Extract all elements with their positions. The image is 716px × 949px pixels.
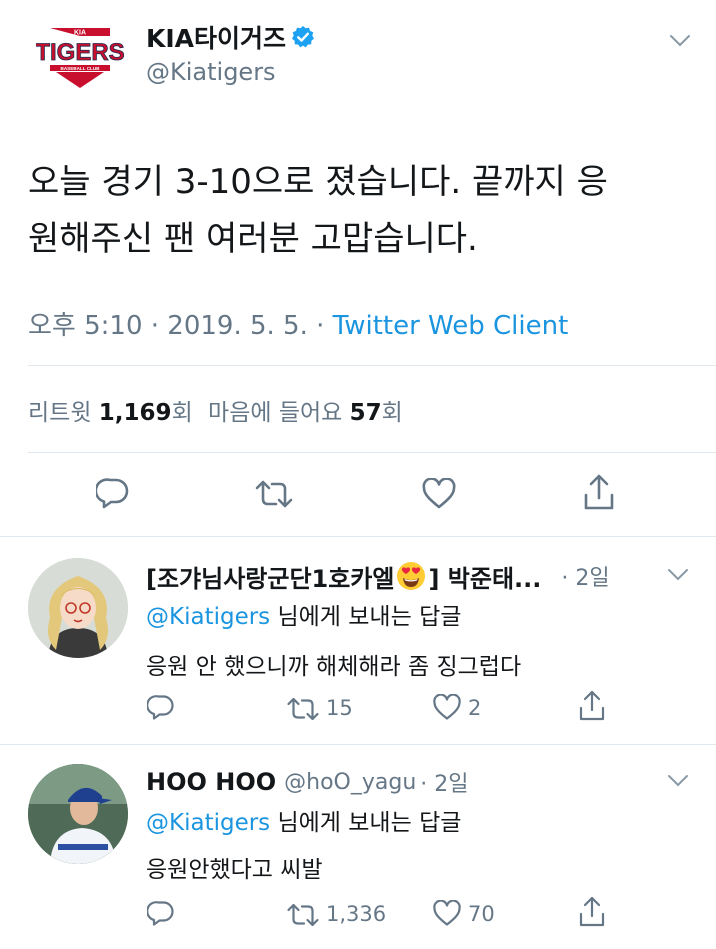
reply-to-handle-link[interactable]: @Kiatigers — [146, 810, 270, 836]
reply-handle[interactable]: @hoO_yagu — [284, 770, 416, 795]
tweet-meta: 오후 5:10 · 2019. 5. 5. · Twitter Web Clie… — [28, 305, 568, 342]
chevron-down-icon[interactable] — [667, 774, 689, 788]
retweet-count: 15 — [326, 696, 353, 720]
reply-time[interactable]: · 2일 — [420, 766, 468, 798]
heart-eyes-emoji-icon — [396, 561, 426, 591]
reply-display-name-tail: ] 박준태... — [428, 564, 542, 593]
tweet-timestamp[interactable]: 오후 5:10 · 2019. 5. 5. · — [28, 311, 333, 341]
handle[interactable]: @Kiatigers — [146, 58, 276, 86]
likes-stat[interactable]: 마음에 들어요 57회 — [208, 400, 403, 426]
likes-label: 마음에 들어요 — [208, 400, 343, 426]
reply-time[interactable]: · 2일 — [561, 560, 609, 592]
reply-icon[interactable] — [96, 477, 130, 509]
reply-to-suffix: 님에게 보내는 답글 — [270, 810, 462, 836]
chevron-down-icon[interactable] — [669, 34, 691, 48]
chevron-down-icon[interactable] — [667, 568, 689, 582]
like-count: 70 — [468, 902, 495, 926]
logo-sub-text: BASEBALL CLUB — [61, 66, 101, 71]
reply-to-handle-link[interactable]: @Kiatigers — [146, 604, 270, 630]
reply-to-line: @Kiatigers 님에게 보내는 답글 — [146, 803, 461, 837]
like-count: 2 — [468, 696, 482, 720]
avatar[interactable] — [28, 764, 128, 864]
like-heart-icon[interactable] — [432, 900, 462, 927]
reply-icon[interactable] — [147, 900, 175, 926]
verified-badge-icon — [291, 25, 315, 49]
display-name[interactable]: KIA타이거즈 — [146, 19, 286, 55]
likes-count: 57 — [349, 400, 382, 426]
like-heart-icon[interactable] — [421, 478, 457, 510]
tweet-client-link[interactable]: Twitter Web Client — [333, 311, 569, 341]
retweet-icon[interactable] — [254, 480, 294, 508]
share-icon[interactable] — [578, 896, 606, 928]
retweets-count: 1,169 — [98, 400, 172, 426]
retweets-label: 리트윗 — [28, 400, 92, 426]
reply-display-name-text: [조갸님사랑군단1호카엘 — [146, 564, 395, 593]
retweet-icon[interactable] — [286, 697, 320, 721]
tweet-text-line-1: 오늘 경기 3-10으로 졌습니다. 끝까지 응 — [28, 162, 608, 202]
reply-display-name[interactable]: [조갸님사랑군단1호카엘 ] 박준태... — [146, 559, 541, 594]
logo-top-text: KIA — [74, 30, 86, 37]
avatar[interactable] — [28, 558, 128, 658]
logo-main-text: TIGERS — [36, 39, 124, 66]
retweet-icon[interactable] — [286, 903, 320, 927]
engagement-stats: 리트윗 1,169회 마음에 들어요 57회 — [28, 393, 403, 427]
tweet-text: 오늘 경기 3-10으로 졌습니다. 끝까지 응 원해주신 팬 여러분 고맙습니… — [28, 154, 698, 268]
retweet-count: 1,336 — [326, 902, 387, 926]
tweet-text-line-2: 원해주신 팬 여러분 고맙습니다. — [28, 219, 478, 259]
reply-to-suffix: 님에게 보내는 답글 — [270, 604, 462, 630]
reply-text: 응원 안 했으니까 해체해라 좀 징그럽다 — [146, 654, 522, 680]
likes-suffix: 회 — [381, 400, 403, 426]
like-heart-icon[interactable] — [432, 694, 462, 721]
retweets-stat[interactable]: 리트윗 1,169회 — [28, 400, 200, 426]
reply-display-name[interactable]: HOO HOO — [146, 768, 276, 796]
retweets-suffix: 회 — [171, 400, 193, 426]
kia-tigers-logo[interactable]: KIA TIGERS BASEBALL CLUB — [35, 22, 125, 92]
reply-text: 응원안했다고 씨발 — [146, 857, 323, 883]
reply-to-line: @Kiatigers 님에게 보내는 답글 — [146, 597, 461, 631]
share-icon[interactable] — [578, 690, 606, 722]
reply-icon[interactable] — [147, 694, 175, 720]
share-icon[interactable] — [583, 474, 615, 512]
